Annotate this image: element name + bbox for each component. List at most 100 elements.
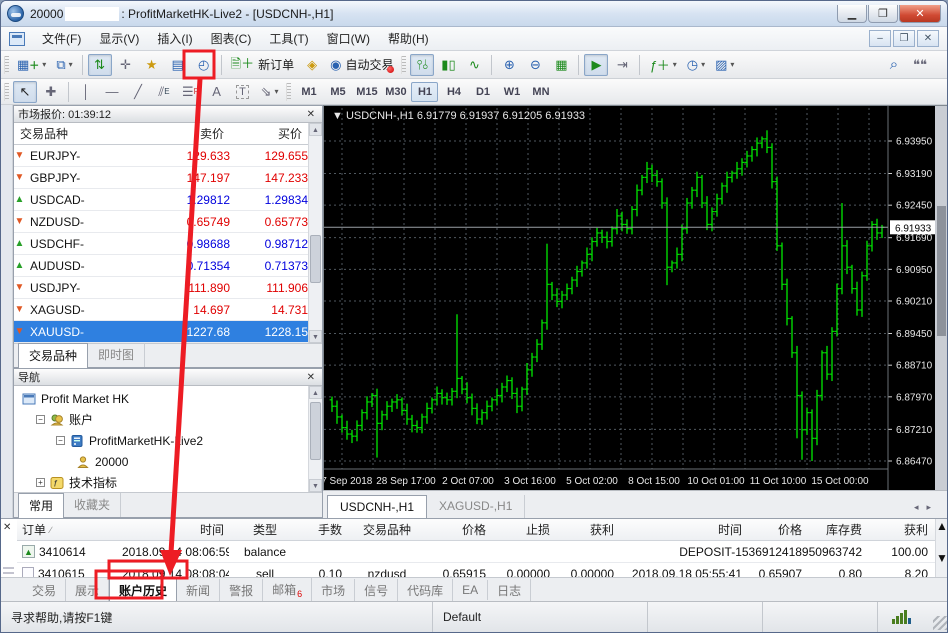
terminal-toggle-button[interactable]: ▤ [166, 54, 190, 76]
timeframe-m30-button[interactable]: M30 [382, 82, 409, 102]
metaeditor-button[interactable]: ◈ [300, 54, 324, 76]
market-watch-row[interactable]: ▼NZDUSD-0.657490.65773 [14, 211, 322, 233]
market-watch-row[interactable]: ▼USDJPY-111.890111.906 [14, 277, 322, 299]
profiles-button[interactable]: ⧉▾ [52, 54, 76, 76]
autotrading-button[interactable]: ◉自动交易 [326, 54, 397, 76]
text-label-tool-button[interactable]: T [231, 81, 255, 103]
scroll-up-icon[interactable]: ▲ [309, 123, 322, 136]
chat-icon[interactable]: ❝❝ [908, 54, 932, 76]
chart-shift-button[interactable]: ⇥ [610, 54, 634, 76]
auto-scroll-button[interactable]: ▶ [584, 54, 608, 76]
col-type[interactable]: 类型 [229, 521, 301, 538]
tab-market[interactable]: 市场 [312, 579, 355, 602]
scroll-thumb[interactable] [310, 235, 321, 283]
tab-scroll-arrows[interactable]: ◂▸ [914, 502, 939, 513]
templates-button[interactable]: ▨▾ [711, 54, 738, 76]
close-button[interactable]: ✕ [899, 5, 941, 23]
candlestick-chart-button[interactable]: ▮▯ [436, 54, 460, 76]
tile-windows-button[interactable]: ▦ [549, 54, 573, 76]
navigator-close-icon[interactable]: ✕ [304, 372, 318, 383]
market-watch-close-icon[interactable]: ✕ [304, 109, 318, 120]
menu-window[interactable]: 窗口(W) [318, 27, 379, 50]
tree-item-indicators[interactable]: + f 技术指标 [14, 472, 322, 493]
menu-insert[interactable]: 插入(I) [148, 27, 201, 50]
search-icon[interactable]: ⌕ [882, 54, 906, 76]
resize-grip[interactable] [933, 616, 947, 630]
text-tool-button[interactable]: A [205, 81, 229, 103]
timeframe-h1-button[interactable]: H1 [411, 82, 438, 102]
market-watch-row[interactable]: ▲USDCHF-0.986880.98712 [14, 233, 322, 255]
scroll-down-icon[interactable]: ▼ [309, 330, 322, 343]
column-symbol[interactable]: 交易品种 [14, 125, 142, 142]
history-row-trade[interactable]: 3410615 2018.09.14 08:08:04 sell 0.10 nz… [17, 563, 935, 578]
market-watch-row[interactable]: ▼XAGUSD-14.69714.731 [14, 299, 322, 321]
menu-charts[interactable]: 图表(C) [202, 27, 261, 50]
collapse-icon[interactable]: − [56, 436, 65, 445]
tab-symbols[interactable]: 交易品种 [18, 343, 88, 368]
new-order-button[interactable]: 🗎＋新订单 [227, 54, 298, 76]
tab-journal[interactable]: 日志 [488, 579, 531, 602]
child-close-button[interactable]: ✕ [917, 30, 939, 47]
tree-item-account-number[interactable]: 20000 [14, 451, 322, 472]
crosshair-tool-button[interactable]: ✚ [39, 81, 63, 103]
status-profile[interactable]: Default [433, 602, 648, 632]
market-watch-scrollbar[interactable]: ▲ ▼ [308, 123, 322, 343]
periods-button[interactable]: ◷▾ [683, 54, 709, 76]
menu-view[interactable]: 显示(V) [90, 27, 148, 50]
scroll-down-icon[interactable]: ▼ [936, 551, 948, 565]
terminal-scrollbar[interactable]: ▲ ▼ [935, 519, 948, 578]
tree-item-accounts[interactable]: − 账户 [14, 409, 322, 430]
column-bid[interactable]: 卖价 [142, 125, 230, 142]
channel-tool-button[interactable]: ⫽E [152, 81, 176, 103]
history-row-balance[interactable]: ▲3410614 2018.09.14 08:06:59 balance DEP… [17, 541, 935, 563]
tab-news[interactable]: 新闻 [177, 579, 220, 602]
bar-chart-button[interactable]: ⫯⫰ [410, 54, 434, 76]
market-watch-toggle-button[interactable]: ⇅ [88, 54, 112, 76]
tab-mailbox[interactable]: 邮箱6 [263, 578, 312, 602]
horizontal-line-tool-button[interactable]: — [100, 81, 124, 103]
expand-icon[interactable]: + [36, 478, 45, 487]
tree-item-server[interactable]: − ProfitMarketHK-Live2 [14, 430, 322, 451]
tab-account-history[interactable]: 账户历史 [109, 578, 177, 603]
restore-button[interactable]: ❐ [868, 5, 898, 23]
tab-signals[interactable]: 信号 [355, 579, 398, 602]
navigator-scrollbar[interactable]: ▲ ▼ [308, 386, 322, 492]
timeframe-m1-button[interactable]: M1 [295, 82, 322, 102]
chart-tab-xagusd[interactable]: XAGUSD-,H1 [427, 495, 525, 518]
market-watch-row[interactable]: ▼GBPJPY-147.197147.233 [14, 167, 322, 189]
strategy-tester-button[interactable]: ◴ [192, 54, 216, 76]
scroll-down-icon[interactable]: ▼ [309, 479, 322, 492]
toolbar-grip[interactable] [4, 83, 9, 101]
tab-experts[interactable]: EA [453, 580, 488, 600]
market-watch-row[interactable]: ▲USDCAD-1.298121.29834 [14, 189, 322, 211]
minimize-button[interactable]: ▁ [837, 5, 867, 23]
scroll-thumb[interactable] [310, 402, 321, 460]
tab-code-base[interactable]: 代码库 [398, 579, 453, 602]
cursor-tool-button[interactable]: ↖ [13, 81, 37, 103]
market-watch-row[interactable]: ▼XAUUSD-1227.681228.15 [14, 321, 322, 343]
col-close-time[interactable]: 时间 [619, 521, 747, 538]
line-chart-button[interactable]: ∿ [462, 54, 486, 76]
col-close-price[interactable]: 价格 [747, 521, 807, 538]
menu-help[interactable]: 帮助(H) [379, 27, 438, 50]
col-symbol[interactable]: 交易品种 [347, 521, 427, 538]
col-swap[interactable]: 库存费 [807, 521, 867, 538]
terminal-close-icon[interactable]: ✕ [3, 522, 11, 533]
col-order[interactable]: 订单 [22, 521, 46, 538]
scroll-up-icon[interactable]: ▲ [309, 386, 322, 399]
chart-canvas[interactable]: 6.939506.931906.924506.916906.909506.902… [324, 106, 948, 517]
market-watch-row[interactable]: ▼EURJPY-129.633129.655 [14, 145, 322, 167]
tab-tick-chart[interactable]: 即时图 [88, 343, 145, 367]
market-watch-row[interactable]: ▲AUDUSD-0.713540.71373 [14, 255, 322, 277]
toolbar-grip[interactable] [4, 56, 9, 74]
data-window-button[interactable]: ✛ [114, 54, 138, 76]
arrows-tool-button[interactable]: ⇘▾ [257, 81, 283, 103]
timeframe-d1-button[interactable]: D1 [469, 82, 496, 102]
fibonacci-tool-button[interactable]: ☰F [178, 81, 203, 103]
scroll-thumb[interactable] [936, 533, 948, 551]
vertical-line-tool-button[interactable]: │ [74, 81, 98, 103]
navigator-toggle-button[interactable]: ★ [140, 54, 164, 76]
col-tp[interactable]: 获利 [555, 521, 619, 538]
toolbar-grip[interactable] [286, 83, 291, 101]
tree-item-broker[interactable]: Profit Market HK [14, 388, 322, 409]
